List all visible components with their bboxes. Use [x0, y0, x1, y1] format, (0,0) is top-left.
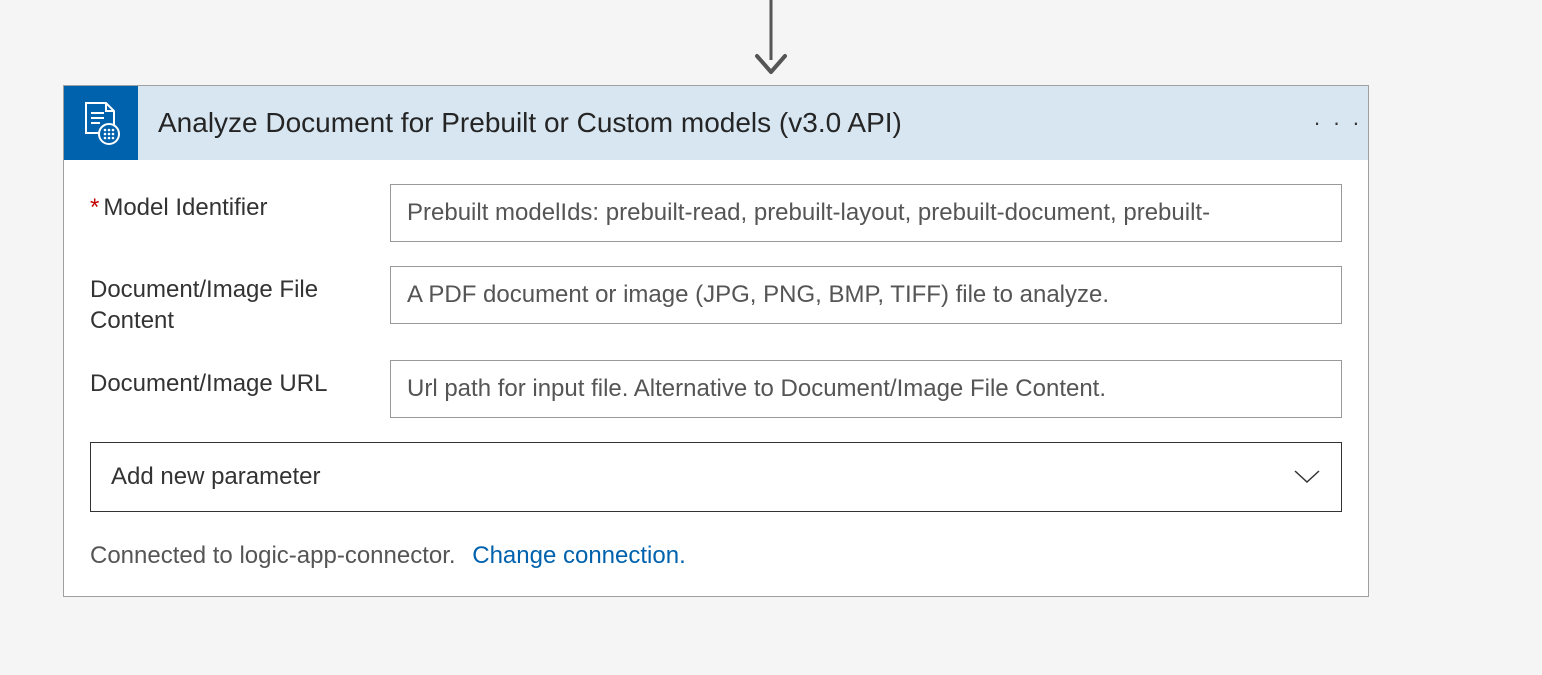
action-card: Analyze Document for Prebuilt or Custom … — [63, 85, 1369, 597]
field-row-model-identifier: *Model Identifier — [90, 184, 1342, 242]
required-asterisk: * — [90, 194, 99, 221]
add-parameter-label: Add new parameter — [111, 463, 320, 491]
document-analyze-icon — [64, 86, 138, 160]
field-row-file-content: Document/Image File Content — [90, 266, 1342, 336]
card-body: *Model Identifier Document/Image File Co… — [64, 160, 1368, 596]
field-label: Document/Image URL — [90, 360, 390, 399]
flow-arrow-connector — [751, 0, 791, 85]
field-label: Document/Image File Content — [90, 266, 390, 336]
connected-text: Connected to logic-app-connector. — [90, 542, 456, 569]
connection-footer: Connected to logic-app-connector. Change… — [90, 542, 1342, 570]
card-title: Analyze Document for Prebuilt or Custom … — [138, 107, 1308, 139]
model-identifier-input[interactable] — [390, 184, 1342, 242]
arrow-line — [770, 0, 773, 60]
change-connection-link[interactable]: Change connection. — [472, 542, 686, 569]
image-url-input[interactable] — [390, 360, 1342, 418]
ellipsis-icon: · · · — [1313, 110, 1362, 136]
more-menu-button[interactable]: · · · — [1308, 86, 1368, 160]
field-row-image-url: Document/Image URL — [90, 360, 1342, 418]
file-content-input[interactable] — [390, 266, 1342, 324]
card-header[interactable]: Analyze Document for Prebuilt or Custom … — [64, 86, 1368, 160]
field-label: *Model Identifier — [90, 184, 390, 223]
chevron-down-icon — [1293, 469, 1321, 485]
add-parameter-dropdown[interactable]: Add new parameter — [90, 442, 1342, 512]
